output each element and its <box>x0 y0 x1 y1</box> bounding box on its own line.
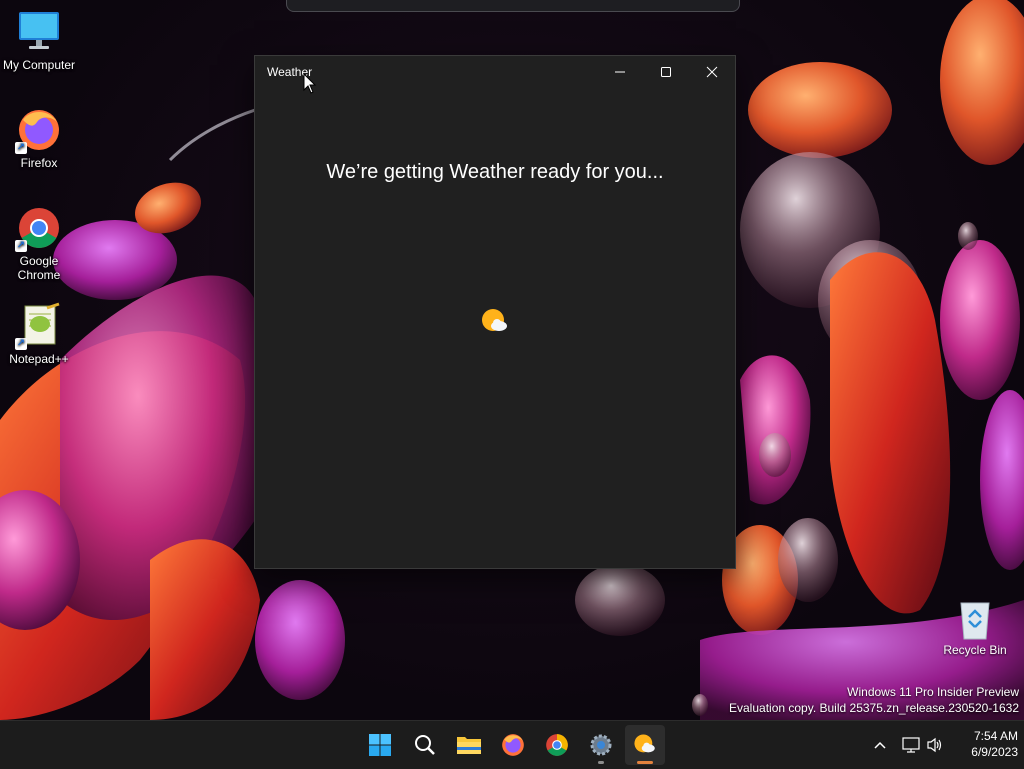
loading-message: We’re getting Weather ready for you... <box>326 161 664 183</box>
desktop-icon-my-computer[interactable]: My Computer <box>1 8 77 72</box>
shortcut-arrow-icon: ↗ <box>15 142 27 154</box>
close-icon <box>706 66 718 78</box>
weather-window[interactable]: Weather We’re getting Weather ready for … <box>254 55 736 569</box>
desktop-icon-label: Notepad++ <box>9 352 69 366</box>
top-search-box[interactable] <box>286 0 740 12</box>
taskbar: 7:54 AM 6/9/2023 <box>0 720 1024 769</box>
chevron-up-icon <box>874 741 886 749</box>
mouse-cursor-icon <box>303 73 317 94</box>
tray-overflow-button[interactable] <box>868 721 892 769</box>
recycle-bin-label: Recycle Bin <box>943 643 1007 657</box>
speaker-icon <box>927 737 942 753</box>
tray-volume-button[interactable] <box>924 721 946 769</box>
taskbar-file-explorer-button[interactable] <box>449 725 489 765</box>
taskbar-start-button[interactable] <box>360 725 400 765</box>
desktop-icon-google-chrome[interactable]: ↗ Google Chrome <box>1 204 77 282</box>
maximize-icon <box>661 67 671 77</box>
watermark-line-2: Evaluation copy. Build 25375.zn_release.… <box>729 701 1019 715</box>
minimize-button[interactable] <box>597 56 643 88</box>
running-indicator <box>598 761 604 764</box>
chrome-icon: ↗ <box>15 204 63 252</box>
sun-cloud-icon <box>479 306 511 338</box>
search-icon <box>415 735 435 755</box>
firefox-icon: ↗ <box>15 106 63 154</box>
windows-watermark: Windows 11 Pro Insider Preview Evaluatio… <box>729 684 1019 716</box>
windows-start-icon <box>369 734 391 756</box>
shortcut-arrow-icon: ↗ <box>15 240 27 252</box>
minimize-icon <box>615 71 625 73</box>
folder-icon <box>457 737 481 754</box>
taskbar-chrome-button[interactable] <box>537 725 577 765</box>
shortcut-arrow-icon: ↗ <box>15 338 27 350</box>
recycle-bin-icon <box>955 597 995 641</box>
taskbar-firefox-button[interactable] <box>493 725 533 765</box>
monitor-icon <box>15 8 63 56</box>
taskbar-weather-button[interactable] <box>625 725 665 765</box>
maximize-button[interactable] <box>643 56 689 88</box>
desktop-icon-notepad-plus-plus[interactable]: ↗ Notepad++ <box>1 302 77 366</box>
taskbar-search-button[interactable] <box>405 725 445 765</box>
clock-time: 7:54 AM <box>973 729 1018 743</box>
network-icon <box>902 737 920 753</box>
desktop-icon-recycle-bin[interactable]: Recycle Bin <box>937 597 1013 657</box>
desktop-icon-label: Google Chrome <box>17 254 61 282</box>
gear-icon <box>590 734 612 756</box>
window-titlebar[interactable]: Weather <box>255 56 735 88</box>
firefox-icon <box>502 734 524 756</box>
watermark-line-1: Windows 11 Pro Insider Preview <box>847 685 1019 699</box>
close-button[interactable] <box>689 56 735 88</box>
taskbar-settings-button[interactable] <box>581 725 621 765</box>
tray-network-button[interactable] <box>900 721 922 769</box>
active-indicator <box>637 761 653 764</box>
clock-date: 6/9/2023 <box>971 745 1018 759</box>
taskbar-clock[interactable]: 7:54 AM 6/9/2023 <box>948 728 1018 760</box>
desktop-icon-label: My Computer <box>2 58 76 72</box>
chrome-icon <box>546 734 568 756</box>
notepad-plus-plus-icon: ↗ <box>15 302 63 350</box>
sun-cloud-icon <box>634 734 655 753</box>
desktop-icon-label: Firefox <box>20 156 58 170</box>
desktop-icon-firefox[interactable]: ↗ Firefox <box>1 106 77 170</box>
